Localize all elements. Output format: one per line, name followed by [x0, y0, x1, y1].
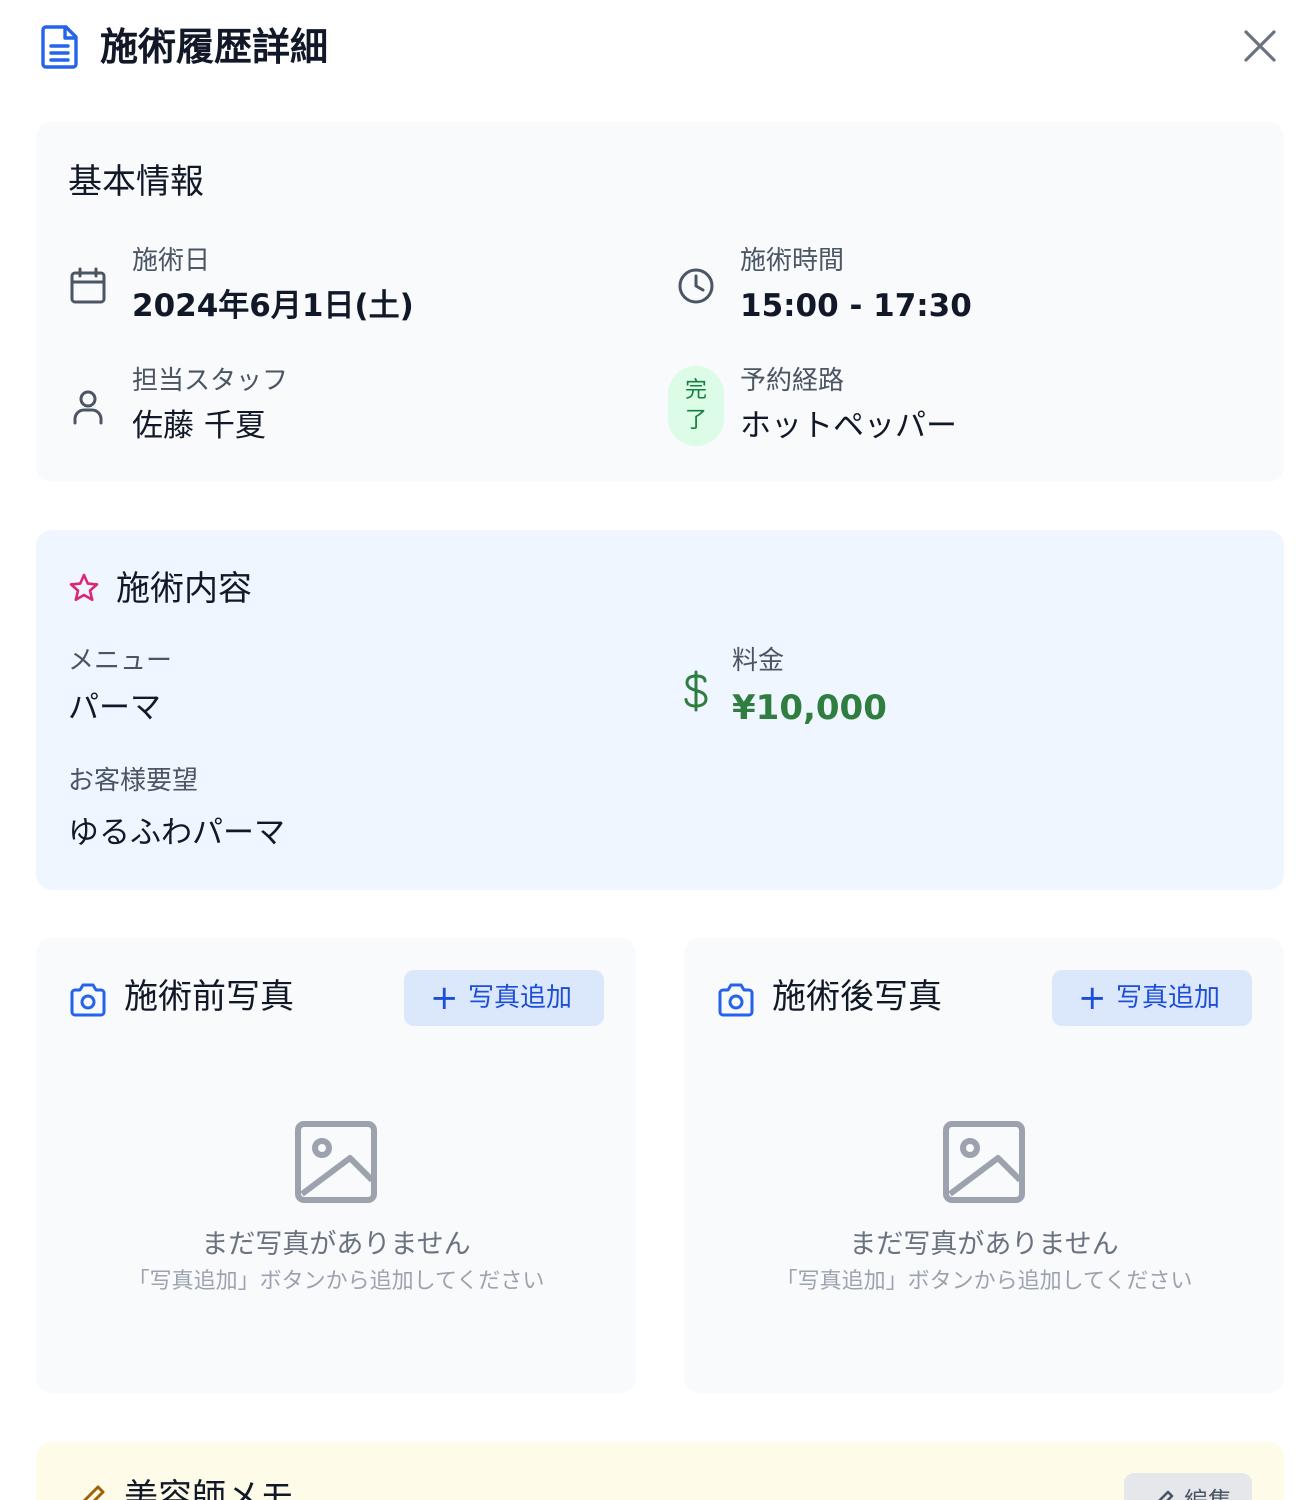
time-value: 15:00 - 17:30 — [740, 288, 972, 324]
menu-value: パーマ — [68, 690, 161, 726]
before-add-photo-label: 写真追加 — [468, 983, 573, 1013]
close-icon[interactable] — [1238, 24, 1282, 68]
edit-memo-button[interactable]: 編集 — [1124, 1473, 1252, 1500]
date-value: 2024年6月1日(土) — [132, 288, 414, 324]
calendar-icon — [70, 267, 106, 304]
header: 施術履歴詳細 — [0, 0, 1310, 96]
date-label: 施術日 — [132, 246, 211, 276]
clock-icon — [678, 268, 714, 304]
plus-icon: + — [1078, 978, 1107, 1018]
status-badge-top: 完 — [684, 378, 707, 403]
after-photo-card: 施術後写真 + 写真追加 まだ写真がありません 「写真追加」ボタンから追加してく… — [684, 938, 1284, 1393]
after-add-photo-label: 写真追加 — [1116, 983, 1221, 1013]
camera-icon — [70, 983, 106, 1017]
after-empty-subtitle: 「写真追加」ボタンから追加してください — [775, 1269, 1193, 1294]
before-photo-card: 施術前写真 + 写真追加 まだ写真がありません 「写真追加」ボタンから追加してく… — [36, 938, 636, 1393]
image-placeholder-icon — [943, 1121, 1025, 1203]
before-photo-title: 施術前写真 — [124, 977, 294, 1017]
after-empty-title: まだ写真がありません — [849, 1229, 1119, 1260]
memo-title: 美容師メモ — [124, 1477, 294, 1500]
edit-memo-label: 編集 — [1184, 1473, 1232, 1500]
after-add-photo-button[interactable]: + 写真追加 — [1052, 970, 1252, 1026]
document-icon — [41, 25, 78, 69]
price-label: 料金 — [732, 646, 785, 676]
status-badge: 完 了 — [668, 366, 724, 446]
time-label: 施術時間 — [740, 246, 845, 276]
status-badge-bottom: 了 — [684, 408, 707, 433]
before-add-photo-button[interactable]: + 写真追加 — [404, 970, 604, 1026]
image-placeholder-icon — [295, 1121, 377, 1203]
request-value: ゆるふわパーマ — [68, 815, 285, 851]
staff-value: 佐藤 千夏 — [132, 408, 266, 444]
user-icon — [73, 390, 103, 425]
plus-icon: + — [430, 978, 459, 1018]
menu-label: メニュー — [68, 646, 173, 676]
before-empty-title: まだ写真がありません — [201, 1229, 471, 1260]
pencil-icon — [1158, 1490, 1174, 1500]
price-value: ¥10,000 — [732, 688, 887, 728]
route-value: ホットペッパー — [740, 408, 957, 444]
staff-label: 担当スタッフ — [132, 366, 289, 396]
star-icon — [69, 573, 99, 602]
service-title: 施術内容 — [116, 569, 252, 609]
camera-icon — [718, 983, 754, 1017]
dollar-icon — [684, 670, 708, 712]
page-title: 施術履歴詳細 — [100, 25, 329, 69]
before-empty-subtitle: 「写真追加」ボタンから追加してください — [127, 1269, 545, 1294]
history-detail-page: 施術履歴詳細 基本情報 施術日 2024年6月1日(土) 施術時間 15:00 … — [0, 0, 1310, 1500]
request-label: お客様要望 — [68, 766, 199, 796]
after-photo-title: 施術後写真 — [772, 977, 942, 1017]
basic-info-card: 基本情報 施術日 2024年6月1日(土) 施術時間 15:00 - 17:30… — [36, 122, 1284, 482]
pencil-icon — [82, 1485, 105, 1500]
service-card: 施術内容 メニュー パーマ 料金 ¥10,000 お客様要望 ゆるふわパーマ — [36, 530, 1284, 890]
route-label: 予約経路 — [740, 366, 845, 396]
basic-info-title: 基本情報 — [68, 162, 204, 202]
memo-card: 美容師メモ 編集 — [36, 1442, 1284, 1500]
